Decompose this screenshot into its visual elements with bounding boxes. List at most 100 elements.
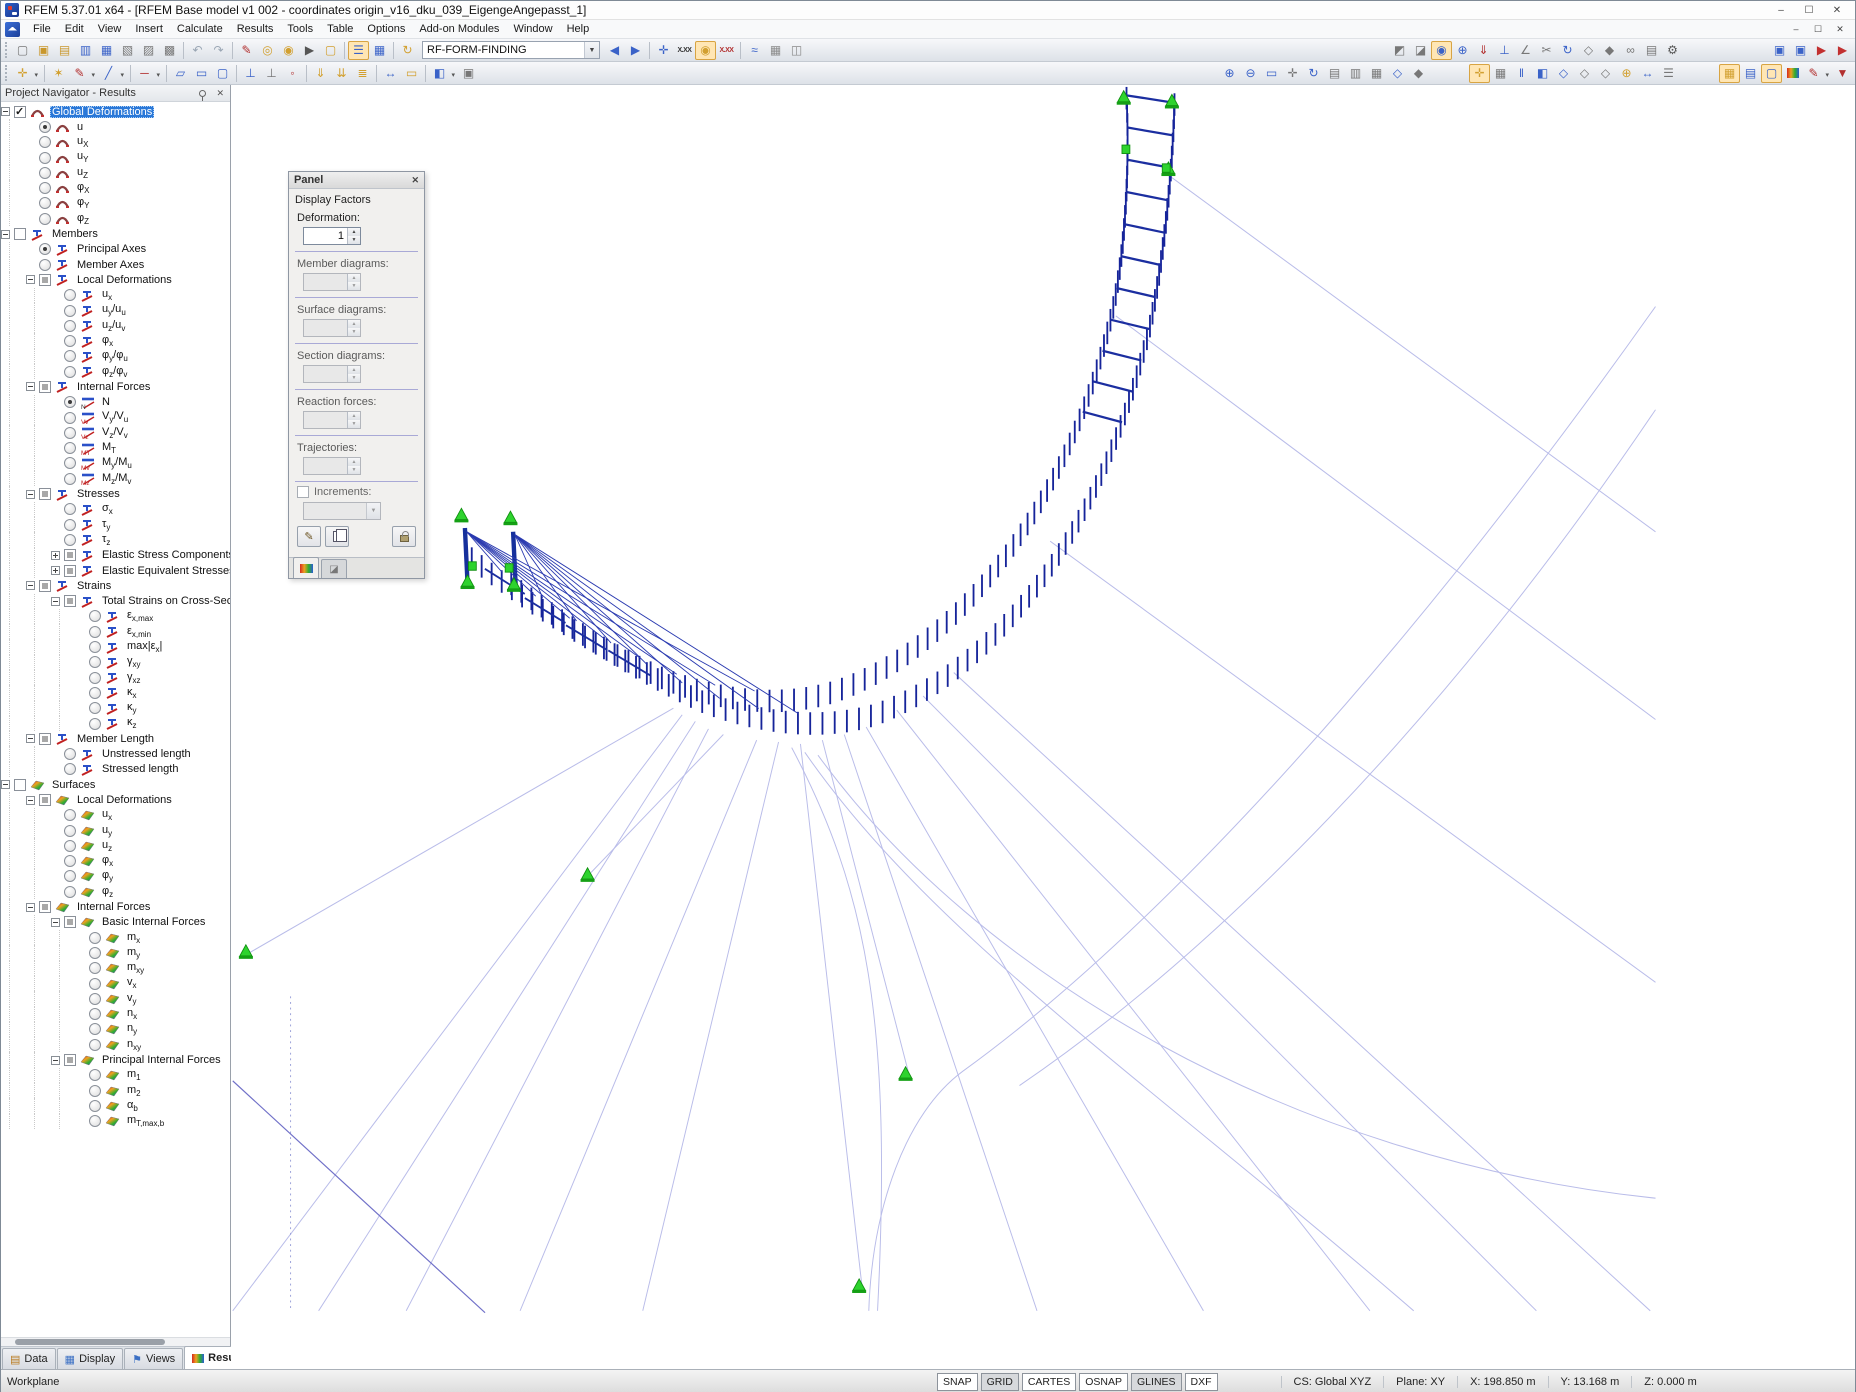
tab-data[interactable]: ▤Data <box>2 1348 56 1369</box>
grid-toggle-icon[interactable]: ▦ <box>1490 64 1511 83</box>
tree-item[interactable]: uZ <box>1 165 230 180</box>
tree-item[interactable]: γxz <box>1 670 230 685</box>
load-case-combobox[interactable]: RF-FORM-FINDING▼ <box>422 41 600 59</box>
tree-radio[interactable] <box>64 320 76 332</box>
panel-toggle-icon[interactable]: ▢ <box>1761 64 1782 83</box>
minimize-icon[interactable]: – <box>1767 3 1795 18</box>
rotate-view-2-icon[interactable]: ↻ <box>1303 64 1324 83</box>
tree-radio[interactable] <box>89 626 101 638</box>
tree-checkbox[interactable] <box>14 228 26 240</box>
navigator-horizontal-scrollbar[interactable] <box>1 1337 230 1346</box>
tree-radio[interactable] <box>64 825 76 837</box>
visibility-preset-2-icon[interactable]: ▣ <box>1790 41 1811 60</box>
show-axes-icon[interactable]: ∠ <box>1515 41 1536 60</box>
render-wireframe-icon[interactable]: ◪ <box>1410 41 1431 60</box>
tree-item[interactable]: Stresses <box>1 486 230 501</box>
pin-icon[interactable] <box>199 90 206 97</box>
show-loads-icon[interactable]: ⇓ <box>1473 41 1494 60</box>
tree-radio[interactable] <box>39 136 51 148</box>
tree-radio[interactable] <box>64 396 76 408</box>
collapse-icon[interactable] <box>1 780 10 789</box>
collapse-icon[interactable] <box>26 796 35 805</box>
tree-item[interactable]: Internal Forces <box>1 899 230 914</box>
tree-radio[interactable] <box>64 748 76 760</box>
copy-icon[interactable]: ▩ <box>159 41 180 60</box>
increments-combobox[interactable]: ▼ <box>303 502 381 520</box>
document-icon[interactable] <box>5 22 20 37</box>
tree-radio[interactable] <box>64 366 76 378</box>
mdi-close-icon[interactable]: ✕ <box>1829 22 1851 36</box>
show-supports-icon[interactable]: ⊥ <box>1494 41 1515 60</box>
tree-radio[interactable] <box>89 1039 101 1051</box>
tree-item[interactable]: φZ <box>1 211 230 226</box>
tree-checkbox[interactable] <box>64 549 76 561</box>
bookmark-2-icon[interactable]: ▶ <box>1832 41 1853 60</box>
tree-item[interactable]: κy <box>1 701 230 716</box>
new-line-icon[interactable]: ╱▾ <box>98 64 119 83</box>
tree-radio[interactable] <box>39 167 51 179</box>
tree-radio[interactable] <box>39 182 51 194</box>
display-properties-icon[interactable]: ✎▾ <box>1803 64 1824 83</box>
tree-item[interactable]: mx <box>1 930 230 945</box>
lock-button[interactable] <box>392 526 416 547</box>
undo-icon[interactable]: ↶ <box>187 41 208 60</box>
tree-item[interactable]: nxy <box>1 1037 230 1052</box>
tree-radio[interactable] <box>64 305 76 317</box>
collapse-icon[interactable] <box>26 275 35 284</box>
tree-radio[interactable] <box>64 840 76 852</box>
snap-toggle-icon[interactable]: ✛ <box>1469 64 1490 83</box>
panel-close-icon[interactable]: ✕ <box>411 175 419 186</box>
nodal-load-icon[interactable]: ⇓ <box>310 64 331 83</box>
select-special-icon[interactable]: ✛▾ <box>12 64 33 83</box>
link-views-icon[interactable]: ∞ <box>1620 41 1641 60</box>
tree-item[interactable]: m2 <box>1 1083 230 1098</box>
table-layout-icon[interactable]: ☰ <box>1658 64 1679 83</box>
tree-checkbox[interactable] <box>39 794 51 806</box>
guide-lines-icon[interactable]: ‖ <box>1511 64 1532 83</box>
animation-icon[interactable]: ≈ <box>744 41 765 60</box>
new-opening-icon[interactable]: ▢ <box>212 64 233 83</box>
menu-options[interactable]: Options <box>360 21 412 37</box>
menu-add-on-modules[interactable]: Add-on Modules <box>412 21 506 37</box>
visibility-icon[interactable]: ◧▾ <box>429 64 450 83</box>
tree-item[interactable]: Members <box>1 226 230 241</box>
tree-radio[interactable] <box>64 809 76 821</box>
snap-target-icon[interactable]: ◎ <box>257 41 278 60</box>
tree-item[interactable]: φz <box>1 884 230 899</box>
deformation-spinner[interactable]: 1▲▼ <box>303 227 361 245</box>
tree-item[interactable]: φx <box>1 333 230 348</box>
menu-help[interactable]: Help <box>560 21 597 37</box>
tree-item[interactable]: VyVy/Vu <box>1 410 230 425</box>
tree-item[interactable]: u <box>1 119 230 134</box>
tree-checkbox[interactable] <box>39 901 51 913</box>
menu-view[interactable]: View <box>91 21 129 37</box>
collapse-icon[interactable] <box>26 490 35 499</box>
member-load-icon[interactable]: ⇊ <box>331 64 352 83</box>
view-side-icon[interactable]: ▦ <box>1366 64 1387 83</box>
tree-checkbox[interactable] <box>64 1054 76 1066</box>
tree-item[interactable]: κx <box>1 685 230 700</box>
collapse-icon[interactable] <box>51 597 60 606</box>
tree-item[interactable]: MzMz/Mv <box>1 471 230 486</box>
tree-radio[interactable] <box>89 672 101 684</box>
tree-radio[interactable] <box>89 1115 101 1127</box>
tree-radio[interactable] <box>89 718 101 730</box>
zoom-in-icon[interactable]: ⊕ <box>1219 64 1240 83</box>
tree-checkbox[interactable] <box>39 488 51 500</box>
tree-radio[interactable] <box>89 656 101 668</box>
tree-radio[interactable] <box>39 213 51 225</box>
plane-yz-icon[interactable]: ◇ <box>1574 64 1595 83</box>
tree-item[interactable]: m1 <box>1 1068 230 1083</box>
tree-checkbox[interactable] <box>14 106 26 118</box>
comment-icon[interactable]: ▭ <box>401 64 422 83</box>
print-icon[interactable]: ▧ <box>117 41 138 60</box>
tree-item[interactable]: Elastic Stress Components <box>1 548 230 563</box>
tree-radio[interactable] <box>64 503 76 515</box>
toggle-grid[interactable]: GRID <box>981 1373 1019 1391</box>
grid-origin-icon[interactable]: ⊕ <box>1616 64 1637 83</box>
menu-calculate[interactable]: Calculate <box>170 21 230 37</box>
expand-icon[interactable] <box>51 566 60 575</box>
tree-checkbox[interactable] <box>64 595 76 607</box>
navigator-close-icon[interactable]: ✕ <box>214 88 226 99</box>
edit-node-icon[interactable]: ✎▾ <box>69 64 90 83</box>
